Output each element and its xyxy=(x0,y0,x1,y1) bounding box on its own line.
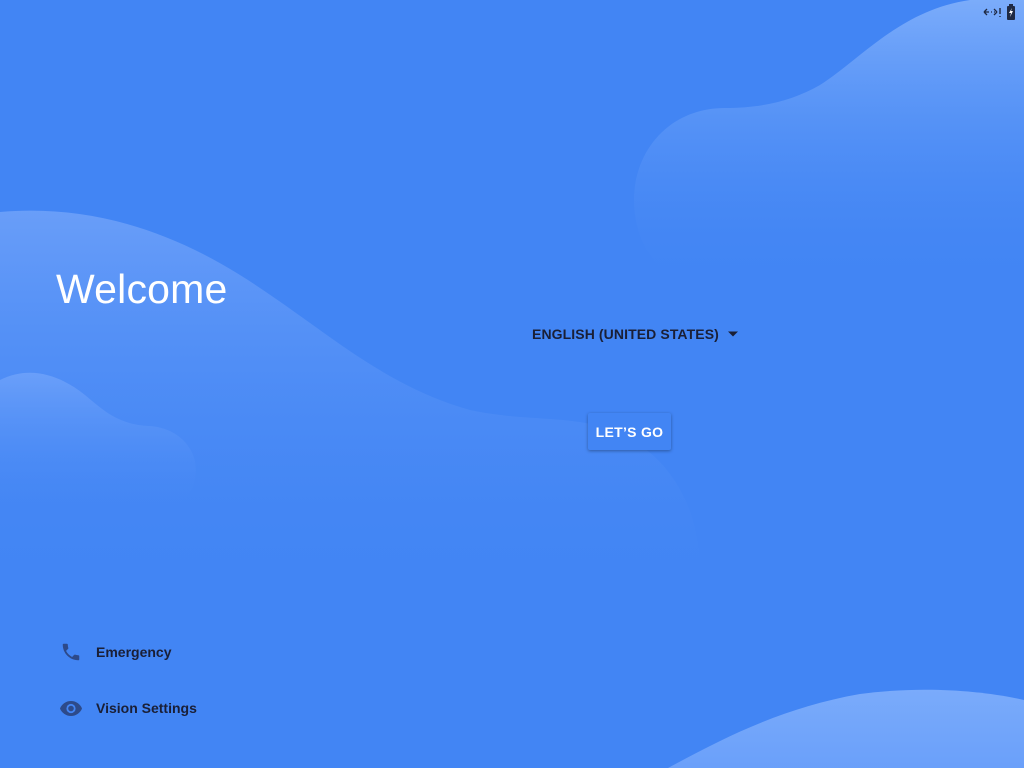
vision-settings-button[interactable]: Vision Settings xyxy=(58,694,197,722)
welcome-title: Welcome xyxy=(56,266,228,312)
language-selected-value: ENGLISH (UNITED STATES) xyxy=(532,326,719,342)
wave-bottom-right xyxy=(668,689,1024,768)
vision-settings-label: Vision Settings xyxy=(96,700,197,716)
battery-charging-icon xyxy=(1006,4,1016,20)
network-transfer-icon xyxy=(982,4,1002,20)
emergency-label: Emergency xyxy=(96,644,172,660)
eye-icon xyxy=(58,695,84,721)
emergency-button[interactable]: Emergency xyxy=(58,638,171,666)
language-dropdown[interactable]: ENGLISH (UNITED STATES) xyxy=(526,320,745,348)
status-bar xyxy=(982,3,1016,21)
dropdown-arrow-icon xyxy=(727,325,739,343)
phone-icon xyxy=(58,639,84,665)
lets-go-button[interactable]: LET’S GO xyxy=(588,413,671,450)
wave-top-right xyxy=(634,0,1024,290)
